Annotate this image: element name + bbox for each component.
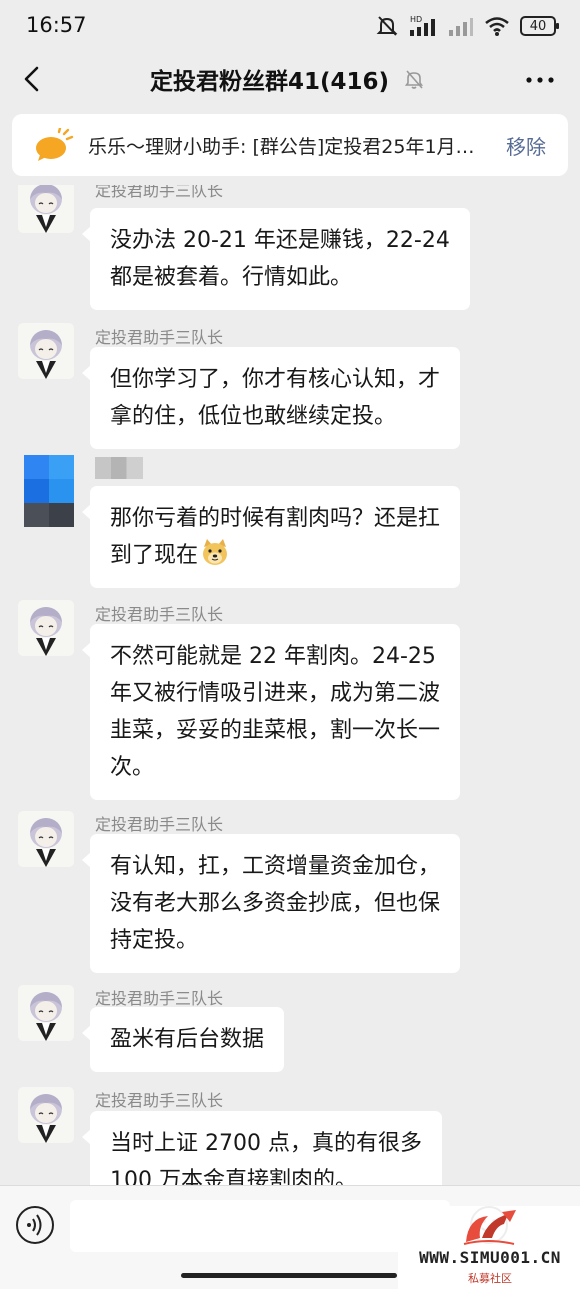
mute-notification-icon <box>376 16 398 36</box>
watermark-logo-icon <box>463 1210 516 1245</box>
anime-avatar-icon <box>30 1094 62 1143</box>
sender-name: 定投君助手三队长 <box>95 328 224 347</box>
signal-hd-icon: HD <box>410 15 435 36</box>
watermark-sub: 私募社区 <box>468 1272 512 1285</box>
voice-waves-icon <box>27 1214 42 1236</box>
sender-name: 定投君助手三队长 <box>95 185 224 200</box>
avatar[interactable] <box>18 1087 74 1143</box>
status-time: 16:57 <box>26 13 87 37</box>
avatar[interactable] <box>18 985 74 1041</box>
battery-icon: 40 <box>520 16 559 36</box>
message-bubble[interactable]: 不然可能就是 22 年割肉。24-25 年又被行情吸引进来，成为第二波 韭菜，妥… <box>81 624 461 800</box>
message-bubble[interactable]: 有认知，扛，工资增量资金加仓， 没有老大那么多资金抄底，但也保 持定投。 <box>81 834 461 973</box>
avatar[interactable] <box>18 811 74 867</box>
remove-announcement-button[interactable]: 移除 <box>506 131 546 160</box>
message-line: 没有老大那么多资金抄底，但也保 <box>110 891 441 916</box>
anime-avatar-icon <box>30 818 62 867</box>
voice-input-button[interactable] <box>16 1206 54 1244</box>
back-icon[interactable] <box>18 64 48 94</box>
status-bar: 16:57 HD 40 <box>0 0 580 52</box>
message-bubble[interactable]: 但你学习了，你才有核心认知，才 拿的住，低位也敢继续定投。 <box>81 347 461 449</box>
message-line: 都是被套着。行情如此。 <box>110 265 353 290</box>
message-line: 100 万本金直接割肉的。 <box>110 1168 357 1185</box>
signal-weak-icon <box>449 18 473 36</box>
message-line: 那你亏着的时候有割肉吗？还是扛 <box>110 506 441 531</box>
speech-bubble-icon <box>36 128 74 161</box>
chat-area[interactable]: 定投君助手三队长 没办法 20-21 年还是赚钱，22-24 都是被套着。行情如… <box>0 185 580 1185</box>
sender-name: 定投君助手三队长 <box>95 815 224 834</box>
wifi-icon <box>485 17 509 36</box>
message-input[interactable] <box>70 1200 450 1252</box>
message-line: 次。 <box>110 755 155 780</box>
message-line: 韭菜，妥妥的韭菜根，割一次长一 <box>110 718 441 743</box>
message-line: 不然可能就是 22 年割肉。24-25 <box>110 644 436 669</box>
avatar[interactable] <box>18 185 74 233</box>
message-bubble[interactable]: 当时上证 2700 点，真的有很多 100 万本金直接割肉的。 <box>82 1111 442 1185</box>
anime-avatar-icon <box>30 185 62 233</box>
sender-name: 定投君助手三队长 <box>95 605 224 624</box>
message-line-with-emoji: 到了现在 <box>110 537 440 574</box>
message-bubble[interactable]: 没办法 20-21 年还是赚钱，22-24 都是被套着。行情如此。 <box>82 208 470 310</box>
site-watermark: WWW.SIMU001.CN 私募社区 <box>398 1206 580 1289</box>
sender-name: 定投君助手三队长 <box>95 989 224 1008</box>
sender-name-redacted <box>95 457 143 479</box>
avatar[interactable] <box>18 600 74 656</box>
message-line: 拿的住，低位也敢继续定投。 <box>110 404 397 429</box>
anime-avatar-icon <box>30 330 62 379</box>
message-line: 年又被行情吸引进来，成为第二波 <box>110 681 441 706</box>
doge-emoji-icon <box>203 539 228 565</box>
message-line: 但你学习了，你才有核心认知，才 <box>110 367 441 392</box>
message-line-text: 到了现在 <box>110 543 199 568</box>
more-icon[interactable] <box>524 66 556 94</box>
hd-label: HD <box>410 15 422 24</box>
nav-bar: 定投君粉丝群41(416) <box>0 52 580 106</box>
watermark-site: WWW.SIMU001.CN <box>419 1248 561 1267</box>
message-line: 持定投。 <box>110 928 199 953</box>
message-bubble[interactable]: 盈米有后台数据 <box>81 1007 285 1072</box>
announcement-text: 乐乐～理财小助手: [群公告]定投君25年1月… <box>88 136 475 158</box>
home-indicator[interactable] <box>181 1273 397 1278</box>
nav-title-wrap: 定投君粉丝群41(416) <box>150 62 425 96</box>
group-announcement[interactable]: 乐乐～理财小助手: [群公告]定投君25年1月… 移除 <box>12 114 568 176</box>
message-line: 当时上证 2700 点，真的有很多 <box>110 1131 422 1156</box>
anime-avatar-icon <box>30 992 62 1041</box>
page-title: 定投君粉丝群41(416) <box>150 69 390 95</box>
pixelated-avatar-icon <box>24 455 74 527</box>
avatar[interactable] <box>18 323 74 379</box>
sender-name: 定投君助手三队长 <box>95 1091 224 1110</box>
message-line: 盈米有后台数据 <box>110 1027 265 1052</box>
anime-avatar-icon <box>30 607 62 656</box>
message-line: 有认知，扛，工资增量资金加仓， <box>110 854 441 879</box>
status-icons: HD 40 <box>376 14 559 38</box>
avatar[interactable] <box>24 455 74 527</box>
battery-level: 40 <box>529 18 547 34</box>
message-bubble[interactable]: 那你亏着的时候有割肉吗？还是扛 到了现在 <box>81 486 461 588</box>
message-line: 没办法 20-21 年还是赚钱，22-24 <box>110 228 450 253</box>
bell-off-icon <box>404 70 424 89</box>
